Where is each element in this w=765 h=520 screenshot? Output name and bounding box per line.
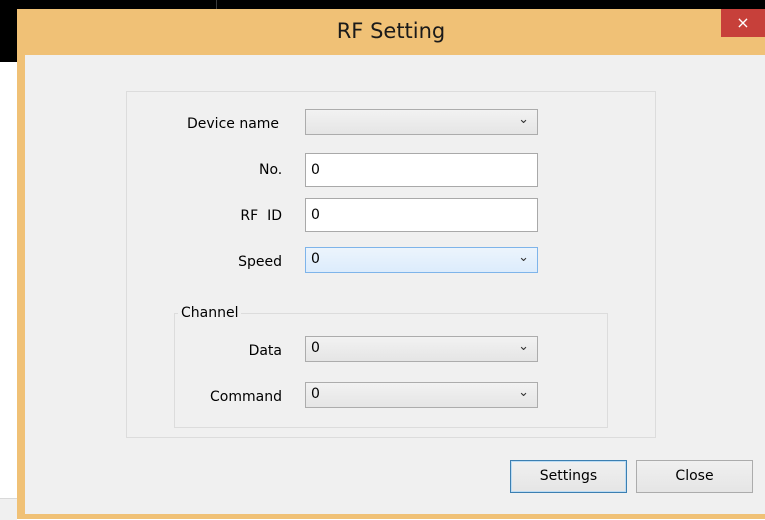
close-button[interactable]: Close bbox=[636, 460, 753, 493]
background-taskbar-edge bbox=[17, 0, 765, 9]
rf-id-input[interactable] bbox=[305, 198, 538, 232]
channel-group-title: Channel bbox=[178, 305, 242, 321]
settings-panel: Device name ⌄ No. RF ID Speed 0 ⌄ Channe… bbox=[126, 91, 656, 438]
title-bar[interactable]: RF Setting × bbox=[17, 9, 765, 55]
speed-select[interactable]: 0 ⌄ bbox=[305, 247, 538, 273]
chevron-down-icon: ⌄ bbox=[518, 112, 529, 127]
speed-label: Speed bbox=[238, 254, 282, 270]
close-icon[interactable]: × bbox=[721, 9, 765, 37]
data-label: Data bbox=[248, 343, 282, 359]
command-channel-select[interactable]: 0 ⌄ bbox=[305, 382, 538, 408]
number-input[interactable] bbox=[305, 153, 538, 187]
channel-group bbox=[174, 313, 608, 428]
background-desktop bbox=[0, 0, 17, 62]
command-channel-value: 0 bbox=[311, 386, 320, 402]
background-window-edge bbox=[0, 498, 17, 520]
data-channel-select[interactable]: 0 ⌄ bbox=[305, 336, 538, 362]
rf-setting-dialog: RF Setting × Device name ⌄ No. RF ID Spe… bbox=[17, 9, 765, 519]
chevron-down-icon: ⌄ bbox=[518, 250, 529, 265]
command-label: Command bbox=[210, 389, 282, 405]
number-label: No. bbox=[259, 162, 283, 178]
device-name-select[interactable]: ⌄ bbox=[305, 109, 538, 135]
settings-button[interactable]: Settings bbox=[510, 460, 627, 493]
dialog-client-area: Device name ⌄ No. RF ID Speed 0 ⌄ Channe… bbox=[25, 55, 765, 514]
device-name-label: Device name bbox=[187, 116, 280, 132]
chevron-down-icon: ⌄ bbox=[518, 339, 529, 354]
speed-value: 0 bbox=[311, 251, 320, 267]
background-divider bbox=[216, 0, 217, 9]
data-channel-value: 0 bbox=[311, 340, 320, 356]
rf-id-label: RF ID bbox=[240, 208, 282, 224]
dialog-title: RF Setting bbox=[336, 19, 446, 43]
chevron-down-icon: ⌄ bbox=[518, 385, 529, 400]
